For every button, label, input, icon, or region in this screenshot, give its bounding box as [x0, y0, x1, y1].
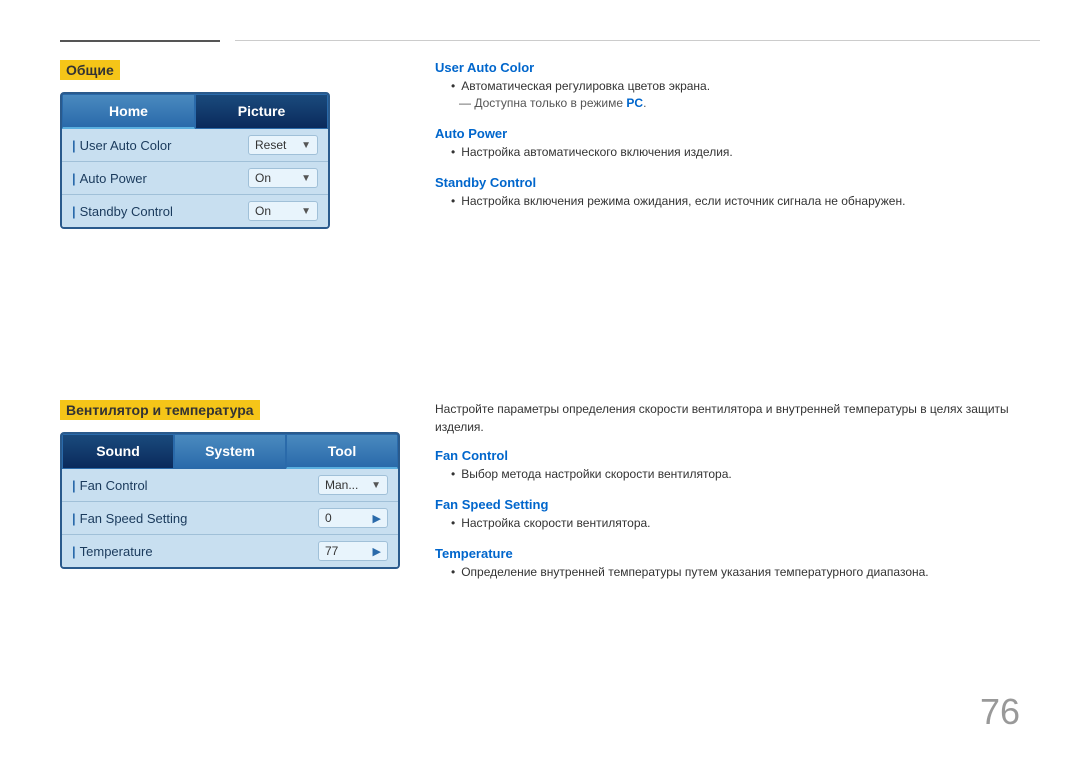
row-label-user-auto-color: User Auto Color	[72, 138, 248, 153]
desc-auto-power: Auto Power Настройка автоматического вкл…	[435, 126, 1030, 159]
fan-section-left: Вентилятор и температура Sound System To…	[60, 400, 400, 569]
tab-system[interactable]: System	[174, 434, 286, 469]
desc-title-standby-control: Standby Control	[435, 175, 1030, 190]
desc-temperature: Temperature Определение внутренней темпе…	[435, 546, 1030, 579]
fan-panel-rows: Fan Control Man... ▼ Fan Speed Setting 0…	[62, 469, 398, 567]
desc-bullet-fan-speed-1: Настройка скорости вентилятора.	[451, 516, 1030, 530]
general-section-title: Общие	[60, 60, 120, 80]
fan-section-right: Настройте параметры определения скорости…	[435, 400, 1030, 595]
fan-control-value: Man...	[325, 478, 358, 492]
desc-standby-control: Standby Control Настройка включения режи…	[435, 175, 1030, 208]
row-control-reset[interactable]: Reset ▼	[248, 135, 318, 155]
row-control-fan-control[interactable]: Man... ▼	[318, 475, 388, 495]
fan-speed-next-arrow[interactable]: ▶	[373, 512, 381, 525]
row-auto-power: Auto Power On ▼	[62, 162, 328, 195]
general-ui-panel: Home Picture User Auto Color Reset ▼ Aut…	[60, 92, 330, 229]
desc-bullet-fan-control-1: Выбор метода настройки скорости вентилят…	[451, 467, 1030, 481]
desc-title-fan-control: Fan Control	[435, 448, 1030, 463]
temperature-next-arrow[interactable]: ▶	[373, 545, 381, 558]
row-temperature: Temperature 77 ▶	[62, 535, 398, 567]
dropdown-arrow-auto-power: ▼	[301, 173, 311, 184]
tab-sound[interactable]: Sound	[62, 434, 174, 469]
fan-panel-tabs: Sound System Tool	[62, 434, 398, 469]
desc-fan-control: Fan Control Выбор метода настройки скоро…	[435, 448, 1030, 481]
row-control-temperature[interactable]: 77 ▶	[318, 541, 388, 561]
general-section-left: Общие Home Picture User Auto Color Reset…	[60, 60, 400, 229]
desc-note-user-auto-color: Доступна только в режиме PC.	[459, 96, 1030, 110]
reset-value: Reset	[255, 138, 286, 152]
desc-user-auto-color: User Auto Color Автоматическая регулиров…	[435, 60, 1030, 110]
desc-bullet-user-auto-color-1: Автоматическая регулировка цветов экрана…	[451, 79, 1030, 93]
desc-title-user-auto-color: User Auto Color	[435, 60, 1030, 75]
row-user-auto-color: User Auto Color Reset ▼	[62, 129, 328, 162]
general-panel-tabs: Home Picture	[62, 94, 328, 129]
fan-section-title: Вентилятор и температура	[60, 400, 260, 420]
general-section-right: User Auto Color Автоматическая регулиров…	[435, 60, 1030, 224]
desc-bullet-standby-1: Настройка включения режима ожидания, есл…	[451, 194, 1030, 208]
row-fan-control: Fan Control Man... ▼	[62, 469, 398, 502]
page-number: 76	[980, 691, 1020, 733]
fan-speed-value: 0	[325, 511, 332, 525]
standby-value: On	[255, 204, 271, 218]
row-label-fan-speed: Fan Speed Setting	[72, 511, 318, 526]
top-decorative-lines	[0, 40, 1080, 42]
dropdown-arrow-standby: ▼	[301, 206, 311, 217]
row-label-auto-power: Auto Power	[72, 171, 248, 186]
desc-bullet-auto-power-1: Настройка автоматического включения изде…	[451, 145, 1030, 159]
row-control-fan-speed[interactable]: 0 ▶	[318, 508, 388, 528]
dropdown-arrow-reset: ▼	[301, 140, 311, 151]
temperature-value: 77	[325, 544, 338, 558]
tab-tool[interactable]: Tool	[286, 434, 398, 469]
fan-ui-panel: Sound System Tool Fan Control Man... ▼ F…	[60, 432, 400, 569]
fan-section-desc-text: Настройте параметры определения скорости…	[435, 400, 1030, 436]
row-standby-control: Standby Control On ▼	[62, 195, 328, 227]
row-fan-speed: Fan Speed Setting 0 ▶	[62, 502, 398, 535]
desc-bullet-temperature-1: Определение внутренней температуры путем…	[451, 565, 1030, 579]
row-control-standby[interactable]: On ▼	[248, 201, 318, 221]
desc-title-auto-power: Auto Power	[435, 126, 1030, 141]
dropdown-arrow-fan-control: ▼	[371, 480, 381, 491]
row-control-auto-power[interactable]: On ▼	[248, 168, 318, 188]
desc-title-temperature: Temperature	[435, 546, 1030, 561]
row-label-temperature: Temperature	[72, 544, 318, 559]
desc-fan-speed-setting: Fan Speed Setting Настройка скорости вен…	[435, 497, 1030, 530]
row-label-fan-control: Fan Control	[72, 478, 318, 493]
tab-home[interactable]: Home	[62, 94, 195, 129]
general-panel-rows: User Auto Color Reset ▼ Auto Power On ▼ …	[62, 129, 328, 227]
desc-title-fan-speed-setting: Fan Speed Setting	[435, 497, 1030, 512]
row-label-standby-control: Standby Control	[72, 204, 248, 219]
auto-power-value: On	[255, 171, 271, 185]
tab-picture[interactable]: Picture	[195, 94, 328, 129]
